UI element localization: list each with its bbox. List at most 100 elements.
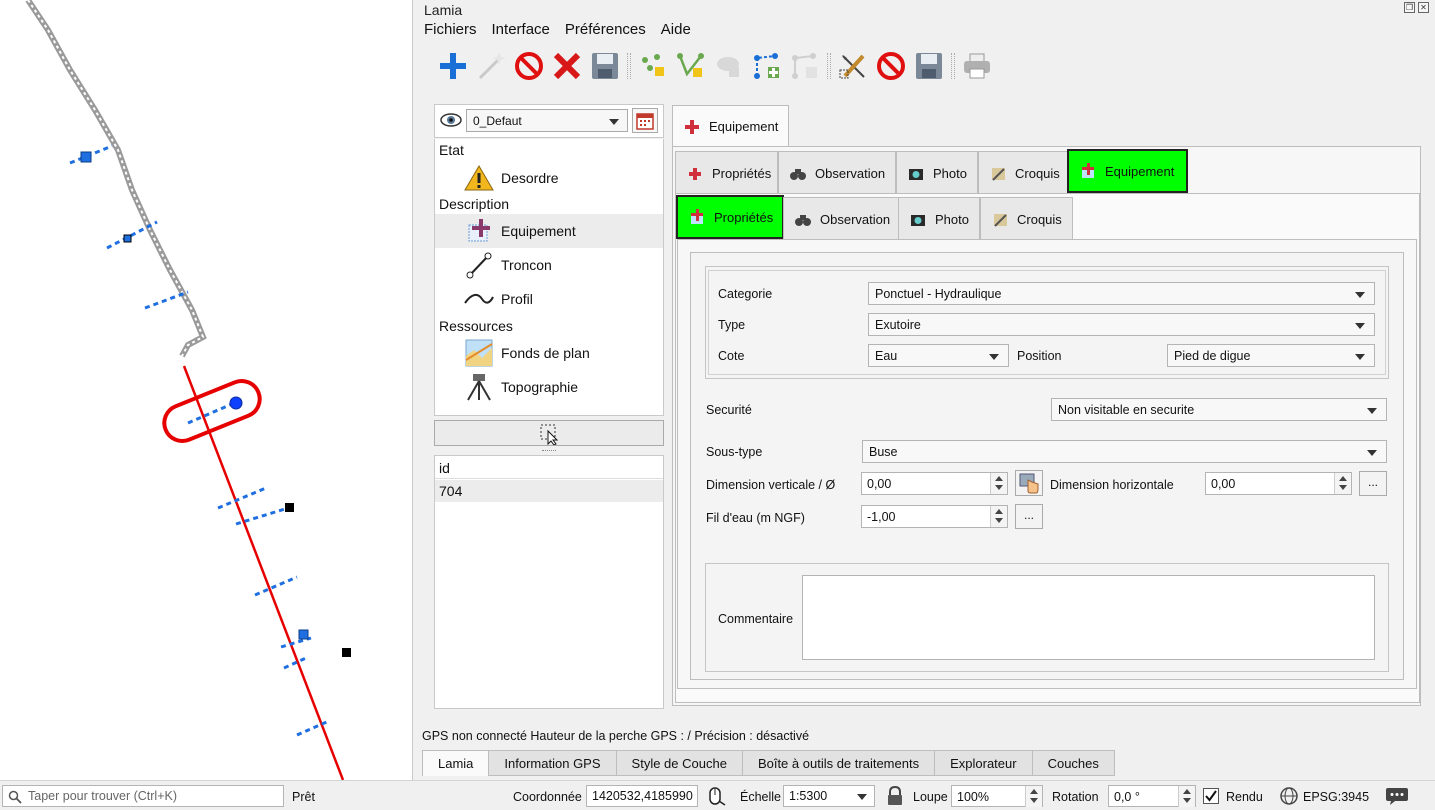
equipment-icon xyxy=(688,208,706,226)
splitter-handle[interactable] xyxy=(542,450,556,453)
status-message: Prêt xyxy=(292,790,315,804)
cote-select[interactable]: Eau xyxy=(868,344,1009,367)
commentaire-textarea[interactable] xyxy=(802,575,1375,660)
spin-arrows-icon[interactable] xyxy=(990,506,1007,527)
magic-wand-icon[interactable] xyxy=(472,47,510,85)
save-icon[interactable] xyxy=(586,47,624,85)
delete-icon[interactable] xyxy=(548,47,586,85)
tree-item-desordre[interactable]: Desordre xyxy=(435,161,663,195)
tree-item-troncon[interactable]: Troncon xyxy=(435,248,663,282)
rotation-label: Rotation xyxy=(1052,790,1099,804)
spin-arrows-icon[interactable] xyxy=(990,473,1007,494)
menu-interface[interactable]: Interface xyxy=(492,21,550,38)
fil-eau-spinbox[interactable]: -1,00 xyxy=(861,505,1008,528)
tab-photo[interactable]: Photo xyxy=(896,151,978,195)
hand-pointer-button[interactable] xyxy=(1015,470,1043,496)
fil-eau-more-button[interactable]: ... xyxy=(1015,504,1043,529)
locator-search-input[interactable]: Taper pour trouver (Ctrl+K) xyxy=(2,785,284,807)
save-icon[interactable] xyxy=(910,47,948,85)
tree-item-equipement[interactable]: Equipement xyxy=(435,214,663,248)
menu-aide[interactable]: Aide xyxy=(661,21,691,38)
tab-equipement-sub[interactable]: Equipement xyxy=(1067,149,1188,193)
dock-title: Lamia xyxy=(424,2,463,18)
status-bar: Taper pour trouver (Ctrl+K) Prêt Coordon… xyxy=(0,780,1435,809)
commentaire-label: Commentaire xyxy=(718,612,794,626)
scale-select[interactable]: 1:5300 xyxy=(783,785,875,807)
table-row[interactable]: 704 xyxy=(435,480,663,502)
tab-lamia[interactable]: Lamia xyxy=(422,750,490,776)
zoom-spinbox[interactable]: 100% xyxy=(951,785,1043,807)
tab-proprietes-active[interactable]: Propriétés xyxy=(676,195,784,239)
tree-item-fonds-de-plan[interactable]: Fonds de plan xyxy=(435,336,663,370)
tab-style-de-couche[interactable]: Style de Couche xyxy=(615,750,743,776)
menu-fichiers[interactable]: Fichiers xyxy=(424,21,477,38)
cloud-icon[interactable] xyxy=(710,47,748,85)
select-feature-button[interactable] xyxy=(434,420,664,446)
binoculars-icon xyxy=(794,211,812,229)
forbidden-icon[interactable] xyxy=(510,47,548,85)
tree-item-profil[interactable]: Profil xyxy=(435,282,663,316)
tab-couches[interactable]: Couches xyxy=(1031,750,1115,776)
check-icon xyxy=(1205,790,1217,802)
render-checkbox[interactable] xyxy=(1203,788,1219,804)
node-add-icon[interactable] xyxy=(634,47,672,85)
categorie-select[interactable]: Ponctuel - Hydraulique xyxy=(868,282,1375,305)
tab-boite-a-outils[interactable]: Boîte à outils de traitements xyxy=(741,750,936,776)
calendar-icon[interactable] xyxy=(632,108,658,133)
tab-photo-2[interactable]: Photo xyxy=(898,197,980,241)
version-select[interactable]: 0_Defaut xyxy=(466,109,628,132)
tab-information-gps[interactable]: Information GPS xyxy=(488,750,617,776)
hand-pointer-icon xyxy=(1019,473,1039,494)
coord-input[interactable]: 1420532,4185990 xyxy=(586,785,698,807)
line-icon xyxy=(463,250,495,280)
mouse-icon[interactable] xyxy=(705,787,727,807)
cote-label: Cote xyxy=(718,349,745,363)
path-add-icon[interactable] xyxy=(748,47,786,85)
tab-croquis-2[interactable]: Croquis xyxy=(980,197,1073,241)
tree-item-topographie[interactable]: Topographie xyxy=(435,370,663,404)
float-icon[interactable]: ❐ xyxy=(1404,2,1415,13)
type-select[interactable]: Exutoire xyxy=(868,313,1375,336)
map-canvas[interactable] xyxy=(0,0,413,780)
topology-icon[interactable] xyxy=(786,47,824,85)
tab-observation-2[interactable]: Observation xyxy=(783,197,899,241)
map-layers xyxy=(25,0,351,780)
dim-horiz-spinbox[interactable]: 0,00 xyxy=(1205,472,1352,495)
tab-equipement-top[interactable]: Equipement xyxy=(672,105,789,147)
spin-arrows-icon[interactable] xyxy=(1025,786,1042,807)
tree-item-label: Profil xyxy=(501,291,533,307)
print-icon[interactable] xyxy=(958,47,996,85)
close-icon[interactable]: ✕ xyxy=(1418,2,1429,13)
dim-vert-spinbox[interactable]: 0,00 xyxy=(861,472,1008,495)
forbidden-icon[interactable] xyxy=(872,47,910,85)
spin-arrows-icon[interactable] xyxy=(1334,473,1351,494)
soustype-select[interactable]: Buse xyxy=(862,440,1387,463)
dim-horiz-more-button[interactable]: ... xyxy=(1359,471,1387,496)
spin-arrows-icon[interactable] xyxy=(1178,786,1195,807)
dim-horiz-label: Dimension horizontale xyxy=(1050,478,1174,492)
tab-observation[interactable]: Observation xyxy=(778,151,896,195)
crs-label[interactable]: EPSG:3945 xyxy=(1303,790,1369,804)
add-icon[interactable] xyxy=(434,47,472,85)
position-select[interactable]: Pied de digue xyxy=(1167,344,1375,367)
vertex-edit-icon[interactable] xyxy=(672,47,710,85)
menu-preferences[interactable]: Préférences xyxy=(565,21,646,38)
eye-icon[interactable] xyxy=(439,110,463,130)
gps-status: GPS non connecté Hauteur de la perche GP… xyxy=(422,729,810,743)
securite-select[interactable]: Non visitable en securite xyxy=(1051,398,1387,421)
tab-proprietes[interactable]: Propriétés xyxy=(675,151,778,195)
toolbar-separator xyxy=(624,51,634,81)
globe-icon[interactable] xyxy=(1279,786,1299,806)
plus-icon xyxy=(683,118,701,136)
lock-icon[interactable] xyxy=(886,785,904,806)
tab-croquis[interactable]: Croquis xyxy=(978,151,1068,195)
edit-tool-icon[interactable] xyxy=(834,47,872,85)
rotation-spinbox[interactable]: 0,0 ° xyxy=(1108,785,1196,807)
securite-label: Securité xyxy=(706,403,752,417)
coord-label: Coordonnée xyxy=(513,790,582,804)
chevron-down-icon xyxy=(609,119,619,125)
messages-icon[interactable] xyxy=(1385,785,1409,807)
tree-item-label: Equipement xyxy=(501,223,576,239)
tab-explorateur[interactable]: Explorateur xyxy=(934,750,1033,776)
equipment-icon xyxy=(463,216,495,246)
